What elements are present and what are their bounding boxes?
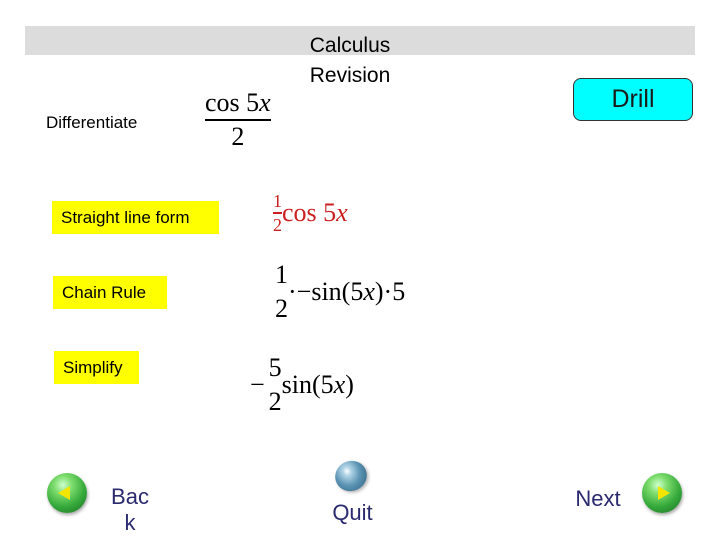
task-numerator: cos 5x — [205, 90, 271, 116]
quit-button[interactable]: Quit — [325, 500, 380, 526]
step1-var: x — [336, 197, 348, 227]
fraction-bar — [269, 384, 282, 386]
step3-prefix: sin(5 — [281, 369, 334, 399]
step1-denominator: 2 — [273, 214, 282, 235]
drill-button[interactable]: Drill — [573, 78, 693, 121]
next-link[interactable]: Next — [568, 486, 628, 512]
left-arrow-icon — [58, 486, 70, 500]
step-chain-rule-expression: 1 2 ·−sin(5 x)·5 — [275, 262, 405, 322]
step2-var: x — [363, 276, 375, 306]
step3-denominator: 2 — [268, 386, 282, 416]
back-button[interactable] — [47, 473, 87, 513]
step3-var: x — [333, 369, 346, 399]
right-arrow-icon — [658, 486, 670, 500]
step1-func: cos 5 — [282, 197, 337, 227]
page-title-line1: Calculus — [309, 34, 391, 57]
step-chain-rule-button[interactable]: Chain Rule — [53, 276, 167, 309]
step1-fraction: 1 2 — [273, 192, 282, 234]
step-straight-line-form-expression: 1 2 cos 5x — [273, 192, 348, 234]
step-label: Straight line form — [61, 207, 190, 227]
step2-fraction: 1 2 — [275, 262, 288, 322]
task-fraction: cos 5x 2 — [205, 90, 271, 150]
task-denominator: 2 — [231, 121, 245, 151]
step-simplify-button[interactable]: Simplify — [54, 351, 139, 384]
task-expression: cos 5x 2 — [205, 90, 271, 150]
next-button[interactable] — [642, 473, 682, 513]
step2-denominator: 2 — [275, 293, 288, 323]
step3-sign: − — [250, 369, 265, 399]
fraction-bar — [275, 291, 288, 293]
step-label: Simplify — [63, 357, 123, 377]
step-simplify-expression: − 5 2 sin(5 x) — [250, 355, 354, 415]
step2-suffix: )·5 — [374, 276, 406, 306]
fraction-bar — [273, 212, 282, 214]
step3-suffix: ) — [345, 369, 354, 399]
task-numerator-func: cos 5 — [205, 88, 260, 117]
step-label: Chain Rule — [62, 282, 147, 302]
step2-numerator: 1 — [275, 260, 288, 289]
quit-orb-icon[interactable] — [330, 455, 372, 497]
fraction-bar — [205, 119, 271, 121]
step3-fraction: 5 2 — [269, 355, 282, 415]
step1-numerator: 1 — [273, 191, 282, 211]
task-numerator-var: x — [259, 88, 271, 117]
differentiate-label: Differentiate — [46, 113, 138, 132]
step2-prefix: ·−sin(5 — [288, 276, 364, 306]
step3-numerator: 5 — [268, 353, 282, 382]
back-label-line2: k — [124, 510, 136, 535]
back-label-line1: Bac — [111, 484, 149, 509]
step-straight-line-form-button[interactable]: Straight line form — [52, 201, 219, 234]
back-link[interactable]: Bac k — [105, 484, 155, 536]
page-title-line2: Revision — [309, 64, 391, 87]
page-title: Calculus Revision — [270, 31, 430, 91]
